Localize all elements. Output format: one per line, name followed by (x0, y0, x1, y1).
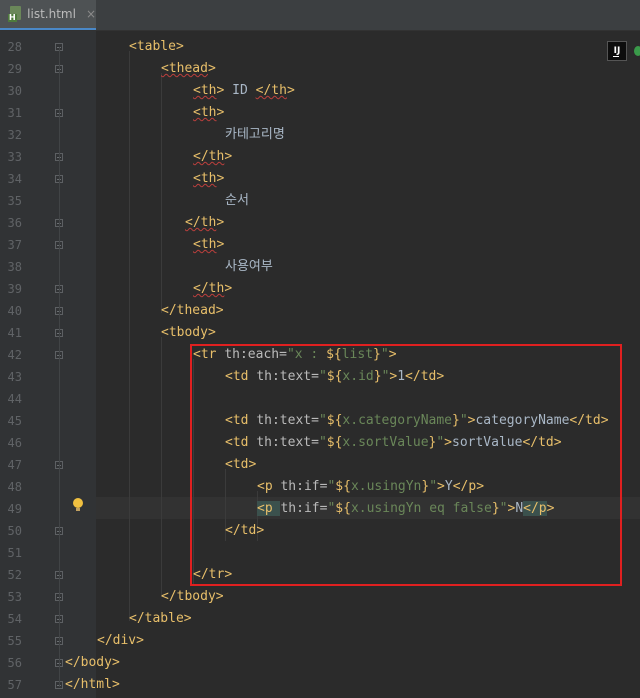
line-number: 30 (7, 84, 22, 98)
editor-tab-bar: H list.html × (0, 0, 640, 31)
code-line[interactable]: <th> ID </th> (193, 80, 295, 102)
code-line[interactable]: 순서 (225, 190, 249, 212)
line-number: 51 (7, 546, 22, 560)
code-line[interactable]: 사용여부 (225, 256, 273, 278)
line-number: 48 (7, 480, 22, 494)
line-number: 56 (7, 656, 22, 670)
line-number: 54 (7, 612, 22, 626)
line-number: 31 (7, 106, 22, 120)
code-line[interactable]: </html> (65, 674, 120, 696)
line-number: 40 (7, 304, 22, 318)
code-line[interactable]: </tbody> (161, 586, 224, 608)
tab-label: list.html (27, 7, 76, 21)
line-number: 39 (7, 282, 22, 296)
intellij-icon[interactable]: IJ (607, 41, 627, 61)
line-number: 32 (7, 128, 22, 142)
line-number: 41 (7, 326, 22, 340)
code-line[interactable]: </th> (185, 212, 224, 234)
line-number: 57 (7, 678, 22, 692)
code-line[interactable]: </th> (193, 278, 232, 300)
lightbulb-icon[interactable] (73, 498, 83, 512)
line-number: 45 (7, 414, 22, 428)
line-number: 52 (7, 568, 22, 582)
line-number: 53 (7, 590, 22, 604)
close-icon[interactable]: × (86, 7, 96, 21)
code-line[interactable]: 카테고리명 (225, 124, 285, 146)
line-number: 33 (7, 150, 22, 164)
code-line[interactable]: <thead> (161, 58, 216, 80)
line-number: 47 (7, 458, 22, 472)
line-number: 42 (7, 348, 22, 362)
line-number: 43 (7, 370, 22, 384)
annotation-highlight-box (190, 344, 622, 586)
code-line[interactable]: </body> (65, 652, 120, 674)
code-line[interactable]: </div> (97, 630, 144, 652)
code-editor[interactable]: 28 29 30 31 32 33 34 35 36 37 38 39 40 41 42 43 44 45 46 47… (0, 31, 640, 698)
line-number: 55 (7, 634, 22, 648)
line-number: 38 (7, 260, 22, 274)
line-number: 37 (7, 238, 22, 252)
html-file-icon: H (8, 6, 21, 22)
code-line[interactable]: <table> (129, 36, 184, 58)
line-number: 35 (7, 194, 22, 208)
line-number: 36 (7, 216, 22, 230)
code-line[interactable]: <th> (193, 234, 224, 256)
code-line[interactable]: </thead> (161, 300, 224, 322)
line-number: 46 (7, 436, 22, 450)
line-number: 34 (7, 172, 22, 186)
line-number-gutter: 28 29 30 31 32 33 34 35 36 37 38 39 40 41 42 43 44 45 46 47… (0, 31, 96, 698)
tab-list-html[interactable]: H list.html × (0, 0, 96, 30)
line-number: 28 (7, 40, 22, 54)
line-number: 29 (7, 62, 22, 76)
code-line[interactable]: </th> (193, 146, 232, 168)
line-number: 50 (7, 524, 22, 538)
line-number: 49 (7, 502, 22, 516)
code-line[interactable]: <th> (193, 168, 224, 190)
line-number: 44 (7, 392, 22, 406)
code-line[interactable]: <tbody> (161, 322, 216, 344)
code-line[interactable]: <th> (193, 102, 224, 124)
code-line[interactable]: </table> (129, 608, 192, 630)
status-dot-icon (634, 46, 640, 56)
